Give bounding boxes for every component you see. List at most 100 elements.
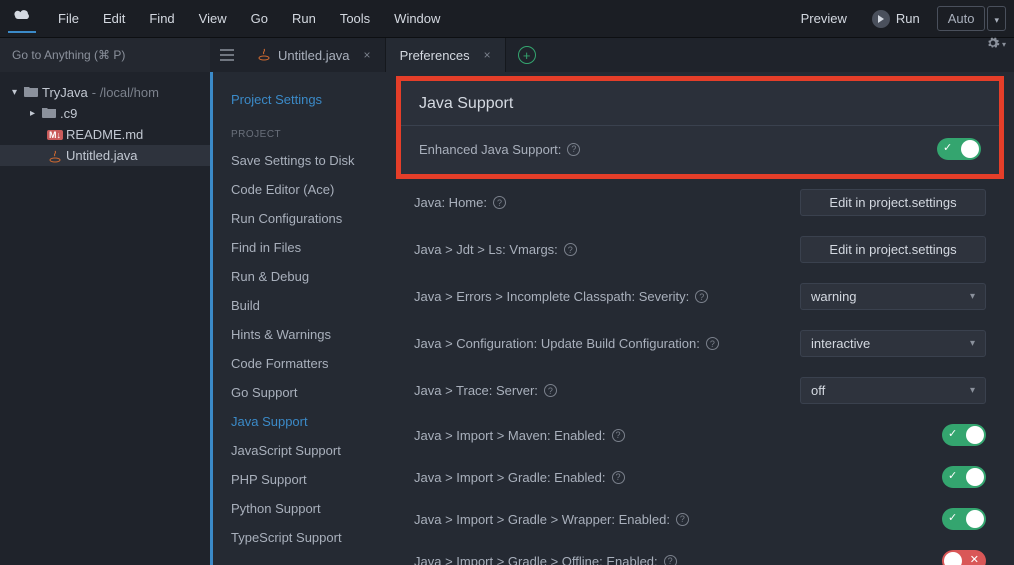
check-icon: ✓ (948, 427, 957, 440)
file-tree-sidebar: Go to Anything (⌘ P) ▾ ▾ TryJava - /loca… (0, 38, 210, 565)
preview-button[interactable]: Preview (789, 7, 859, 30)
label-java-home: Java: Home: (414, 195, 487, 210)
menu-file[interactable]: File (46, 11, 91, 26)
menu-find[interactable]: Find (137, 11, 186, 26)
chevron-down-icon[interactable]: ▾ (1002, 40, 1006, 49)
tree-c9-label: .c9 (60, 106, 77, 121)
help-icon[interactable]: ? (612, 429, 625, 442)
label-enhanced: Enhanced Java Support: (419, 142, 561, 157)
tab-prefs-label: Preferences (400, 48, 470, 63)
close-icon[interactable]: × (364, 48, 371, 62)
nav-save-settings[interactable]: Save Settings to Disk (213, 146, 390, 175)
tree-untitled-label: Untitled.java (66, 148, 138, 163)
help-icon[interactable]: ? (706, 337, 719, 350)
tab-list-icon[interactable] (210, 38, 244, 72)
auto-dropdown[interactable]: ▾ (987, 6, 1006, 31)
label-offline: Java > Import > Gradle > Offline: Enable… (414, 554, 658, 565)
tab-preferences[interactable]: Preferences × (386, 38, 506, 72)
settings-panel: Java Support Enhanced Java Support: ? ✓ (390, 72, 1014, 565)
nav-python-support[interactable]: Python Support (213, 494, 390, 523)
tree-root[interactable]: ▾ TryJava - /local/hom (0, 82, 210, 103)
label-trace: Java > Trace: Server: (414, 383, 538, 398)
nav-build[interactable]: Build (213, 291, 390, 320)
nav-header-project: PROJECT (213, 121, 390, 146)
nav-ts-support[interactable]: TypeScript Support (213, 523, 390, 552)
help-icon[interactable]: ? (564, 243, 577, 256)
help-icon[interactable]: ? (544, 384, 557, 397)
row-vmargs: Java > Jdt > Ls: Vmargs: ? Edit in proje… (396, 226, 1004, 273)
row-classpath: Java > Errors > Incomplete Classpath: Se… (396, 273, 1004, 320)
tree-c9-folder[interactable]: ▸ .c9 (0, 103, 210, 124)
toggle-gradle-offline[interactable]: ✕ (942, 550, 986, 565)
help-icon[interactable]: ? (695, 290, 708, 303)
top-menubar: File Edit Find View Go Run Tools Window … (0, 0, 1014, 38)
nav-run-debug[interactable]: Run & Debug (213, 262, 390, 291)
nav-js-support[interactable]: JavaScript Support (213, 436, 390, 465)
nav-formatters[interactable]: Code Formatters (213, 349, 390, 378)
edit-project-settings-button[interactable]: Edit in project.settings (800, 236, 986, 263)
tree-readme-file[interactable]: M↓ README.md (0, 124, 210, 145)
chevron-down-icon: ▾ (994, 15, 999, 25)
label-vmargs: Java > Jdt > Ls: Vmargs: (414, 242, 558, 257)
row-trace-server: Java > Trace: Server: ? off ▾ (396, 367, 1004, 414)
settings-sidebar: Project Settings PROJECT Save Settings t… (210, 72, 390, 565)
java-file-icon (48, 149, 62, 163)
row-build-config: Java > Configuration: Update Build Confi… (396, 320, 1004, 367)
edit-project-settings-button[interactable]: Edit in project.settings (800, 189, 986, 216)
run-button[interactable]: Run (859, 5, 933, 33)
menu-edit[interactable]: Edit (91, 11, 137, 26)
close-icon[interactable]: × (484, 48, 491, 62)
tab-untitled-label: Untitled.java (278, 48, 350, 63)
row-enhanced-java: Enhanced Java Support: ? ✓ (401, 126, 999, 174)
row-maven-enabled: Java > Import > Maven: Enabled: ? ✓ (396, 414, 1004, 456)
menu-window[interactable]: Window (382, 11, 452, 26)
label-build-config: Java > Configuration: Update Build Confi… (414, 336, 700, 351)
select-value: interactive (811, 336, 870, 351)
nav-project-settings[interactable]: Project Settings (213, 82, 390, 121)
label-classpath: Java > Errors > Incomplete Classpath: Se… (414, 289, 689, 304)
nav-php-support[interactable]: PHP Support (213, 465, 390, 494)
go-to-anything[interactable]: Go to Anything (⌘ P) (0, 38, 210, 72)
toggle-gradle-wrapper[interactable]: ✓ (942, 508, 986, 530)
row-gradle-wrapper: Java > Import > Gradle > Wrapper: Enable… (396, 498, 1004, 540)
help-icon[interactable]: ? (612, 471, 625, 484)
nav-run-config[interactable]: Run Configurations (213, 204, 390, 233)
folder-icon (42, 106, 56, 121)
help-icon[interactable]: ? (664, 555, 677, 565)
toggle-maven[interactable]: ✓ (942, 424, 986, 446)
help-icon[interactable]: ? (493, 196, 506, 209)
menu-run[interactable]: Run (280, 11, 328, 26)
select-trace-server[interactable]: off ▾ (800, 377, 986, 404)
tree-untitled-java[interactable]: Untitled.java (0, 145, 210, 166)
nav-go-support[interactable]: Go Support (213, 378, 390, 407)
menu-go[interactable]: Go (239, 11, 280, 26)
nav-hints[interactable]: Hints & Warnings (213, 320, 390, 349)
chevron-down-icon: ▾ (970, 291, 975, 302)
nav-java-support[interactable]: Java Support (211, 407, 390, 436)
tab-untitled-java[interactable]: Untitled.java × (244, 38, 386, 72)
file-tree: ▾ TryJava - /local/hom ▸ .c9 M↓ README.m… (0, 72, 210, 166)
cloud9-logo[interactable] (8, 5, 36, 33)
toggle-enhanced-java[interactable]: ✓ (937, 138, 981, 160)
chevron-down-icon: ▾ (970, 385, 975, 396)
tree-readme-label: README.md (66, 127, 143, 142)
goto-placeholder: Go to Anything (⌘ P) (12, 48, 125, 62)
new-tab-button[interactable]: + (506, 38, 548, 72)
auto-button[interactable]: Auto (937, 6, 986, 31)
nav-code-editor[interactable]: Code Editor (Ace) (213, 175, 390, 204)
editor-tabs: Untitled.java × Preferences × + (210, 38, 1014, 72)
select-classpath-severity[interactable]: warning ▾ (800, 283, 986, 310)
nav-find-files[interactable]: Find in Files (213, 233, 390, 262)
tree-root-path: - /local/hom (92, 85, 159, 100)
gear-icon[interactable] (986, 36, 1000, 53)
section-title: Java Support (401, 81, 999, 126)
tree-root-name: TryJava (42, 85, 88, 100)
play-icon (872, 10, 890, 28)
help-icon[interactable]: ? (567, 143, 580, 156)
help-icon[interactable]: ? (676, 513, 689, 526)
menu-view[interactable]: View (187, 11, 239, 26)
menu-tools[interactable]: Tools (328, 11, 382, 26)
select-build-config[interactable]: interactive ▾ (800, 330, 986, 357)
cloud-icon (12, 8, 32, 27)
toggle-gradle[interactable]: ✓ (942, 466, 986, 488)
